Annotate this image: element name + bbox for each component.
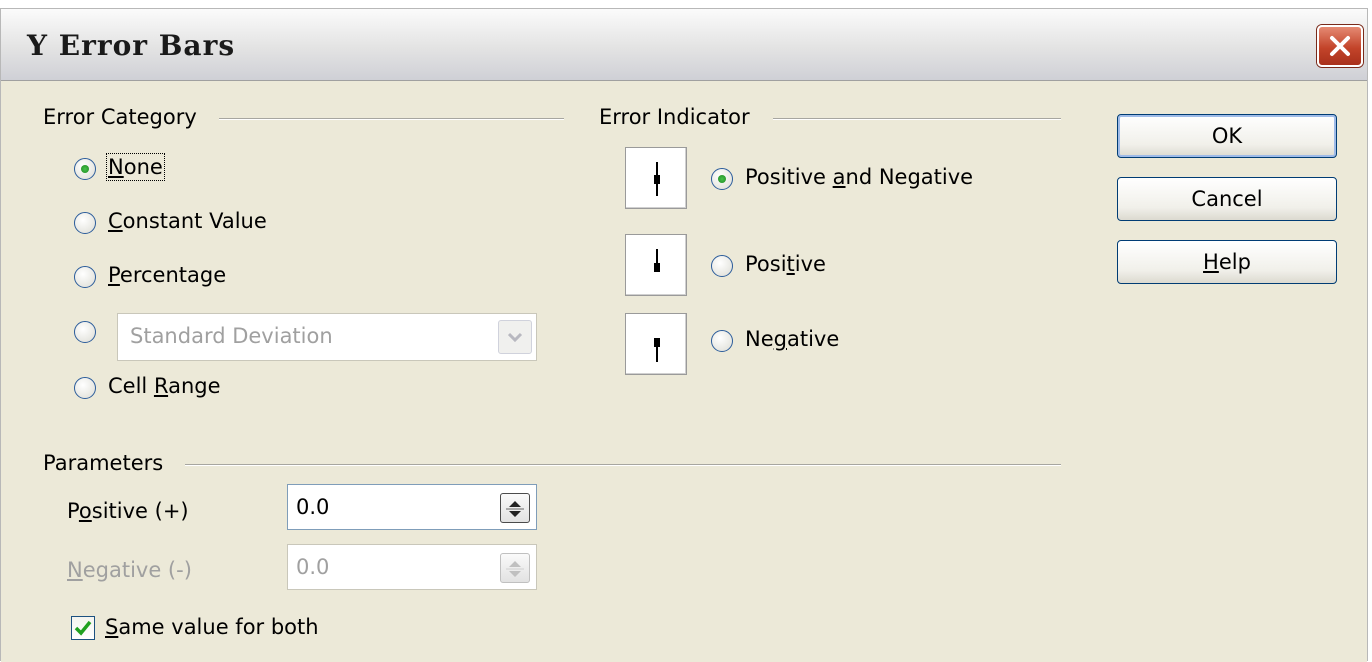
positive-value: 0.0 xyxy=(296,495,330,519)
dropdown-arrow-button[interactable] xyxy=(498,320,532,354)
both-error-bar-indicator xyxy=(625,147,687,209)
function-dropdown-value: Standard Deviation xyxy=(130,324,333,348)
error-category-divider xyxy=(219,118,564,120)
error-indicator-legend: Error Indicator xyxy=(599,105,750,129)
both-error-bar-icon xyxy=(654,162,660,196)
radio-negative-label[interactable]: Negative xyxy=(745,327,839,351)
dialog-body: Error Category None Constant Value Perce… xyxy=(1,81,1367,662)
chevron-down-icon xyxy=(507,332,523,343)
positive-value-field[interactable]: 0.0 xyxy=(287,484,537,530)
function-dropdown[interactable]: Standard Deviation xyxy=(117,313,537,361)
radio-percentage-label[interactable]: Percentage xyxy=(108,263,226,287)
radio-positive-label[interactable]: Positive xyxy=(745,252,826,276)
radio-positive-and-negative-label[interactable]: Positive and Negative xyxy=(745,165,973,189)
radio-percentage[interactable] xyxy=(74,266,96,288)
radio-cell-range[interactable] xyxy=(74,377,96,399)
parameters-legend: Parameters xyxy=(43,451,164,475)
radio-positive-and-negative[interactable] xyxy=(711,168,733,190)
radio-positive[interactable] xyxy=(711,255,733,277)
checkmark-icon xyxy=(74,620,92,636)
close-button[interactable] xyxy=(1317,25,1363,67)
radio-constant-value[interactable] xyxy=(74,212,96,234)
positive-error-bar-icon xyxy=(654,249,660,272)
positive-error-bar-indicator xyxy=(625,234,687,296)
help-button[interactable]: Help xyxy=(1117,240,1337,284)
radio-constant-value-label[interactable]: Constant Value xyxy=(108,209,267,233)
ok-button[interactable]: OK xyxy=(1117,114,1337,158)
close-icon xyxy=(1330,36,1350,56)
positive-label: Positive (+) xyxy=(67,499,189,523)
negative-spin-button[interactable] xyxy=(500,553,530,583)
same-value-checkbox[interactable] xyxy=(71,616,95,640)
same-value-label[interactable]: Same value for both xyxy=(105,615,319,639)
y-error-bars-dialog: Y Error Bars Error Category None Constan… xyxy=(0,8,1368,662)
radio-cell-range-label[interactable]: Cell Range xyxy=(108,374,221,398)
error-indicator-divider xyxy=(773,118,1061,120)
radio-negative[interactable] xyxy=(711,330,733,352)
negative-value: 0.0 xyxy=(296,555,330,579)
radio-function[interactable] xyxy=(74,321,96,343)
negative-label: Negative (-) xyxy=(67,558,192,582)
positive-spin-button[interactable] xyxy=(500,493,530,523)
negative-value-field[interactable]: 0.0 xyxy=(287,544,537,590)
spin-arrows-icon xyxy=(506,501,524,517)
negative-error-bar-icon xyxy=(654,338,660,362)
cancel-button[interactable]: Cancel xyxy=(1117,177,1337,221)
parameters-divider xyxy=(185,464,1061,466)
spin-arrows-icon xyxy=(506,561,524,577)
title-bar[interactable]: Y Error Bars xyxy=(1,9,1367,81)
dialog-title: Y Error Bars xyxy=(27,29,236,62)
radio-none-label[interactable]: None xyxy=(106,153,165,181)
negative-error-bar-indicator xyxy=(625,313,687,375)
radio-none[interactable] xyxy=(74,158,96,180)
error-category-legend: Error Category xyxy=(43,105,197,129)
